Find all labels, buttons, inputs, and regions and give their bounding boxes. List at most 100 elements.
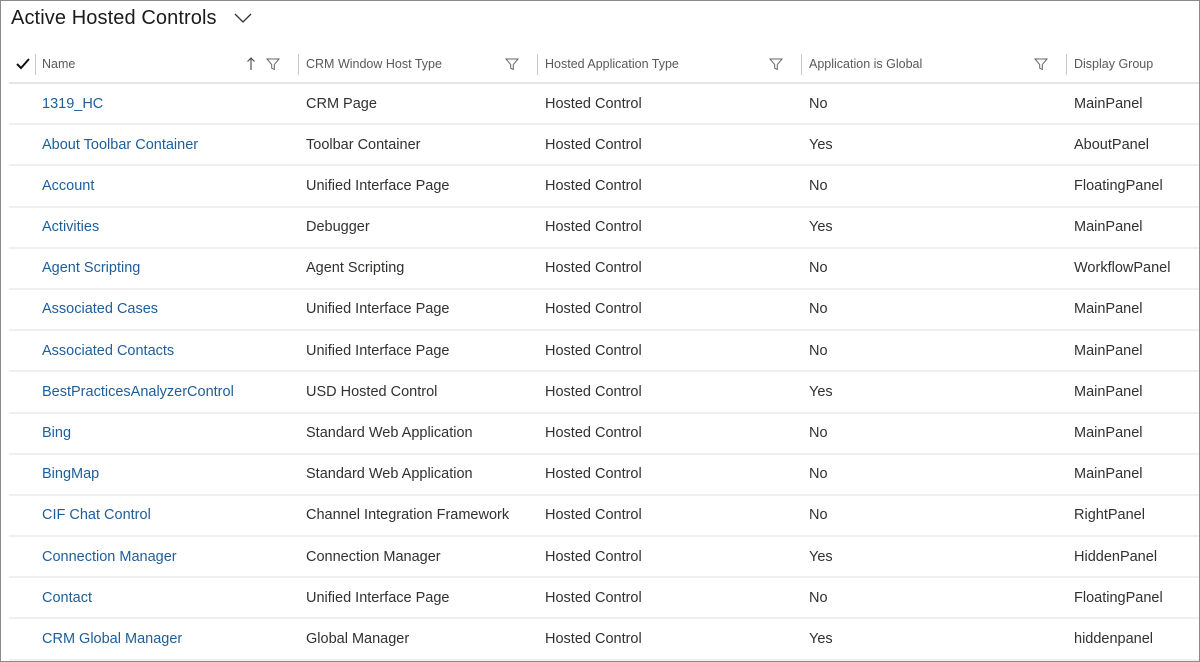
application-is-global-cell: No <box>809 425 828 441</box>
hosted-application-type-cell: Hosted Control <box>545 548 642 565</box>
name-link[interactable]: Associated Cases <box>42 290 158 329</box>
application-is-global-cell: No <box>809 507 828 524</box>
name-link[interactable]: Connection Manager <box>42 537 177 576</box>
hosted-application-type-cell: Hosted Control <box>545 383 642 400</box>
table-row[interactable]: BestPracticesAnalyzerControl USD Hosted … <box>9 372 1199 414</box>
table-row[interactable]: Activities Debugger Hosted Control Yes M… <box>9 208 1199 249</box>
crm-window-host-type-cell: Standard Web Application <box>306 466 473 483</box>
display-group-cell: WorkflowPanel <box>1074 260 1171 277</box>
crm-window-host-type-cell: USD Hosted Control <box>306 383 438 400</box>
display-group-cell: MainPanel <box>1074 383 1143 400</box>
filter-icon[interactable] <box>504 56 520 72</box>
arrow-up-icon[interactable] <box>243 56 259 72</box>
column-header-label: Application is Global <box>809 56 923 71</box>
table-row[interactable]: 1319_HC CRM Page Hosted Control No MainP… <box>9 84 1199 126</box>
hosted-application-type-cell: Hosted Control <box>545 136 642 153</box>
name-link[interactable]: BingMap <box>42 455 99 494</box>
name-link[interactable]: Bing <box>42 414 71 453</box>
view-selector[interactable]: Active Hosted Controls <box>11 3 253 33</box>
column-header-hosted-application-type[interactable]: Hosted Application Type <box>545 45 679 82</box>
column-divider[interactable] <box>298 54 299 75</box>
application-is-global-cell: Yes <box>809 548 833 565</box>
hosted-application-type-cell: Hosted Control <box>545 589 642 606</box>
name-link[interactable]: Account <box>42 166 94 205</box>
name-link[interactable]: About Toolbar Container <box>42 125 198 164</box>
application-is-global-cell: No <box>809 301 828 318</box>
crm-window-host-type-cell: Unified Interface Page <box>306 301 450 318</box>
name-link[interactable]: 1319_HC <box>42 84 103 123</box>
hosted-application-type-cell: Hosted Control <box>545 301 642 318</box>
display-group-cell: RightPanel <box>1074 507 1145 524</box>
filter-icon[interactable] <box>265 56 281 72</box>
column-header-label: Display Group <box>1074 56 1154 71</box>
crm-window-host-type-cell: Standard Web Application <box>306 425 473 441</box>
application-is-global-cell: No <box>809 260 828 277</box>
crm-window-host-type-cell: Toolbar Container <box>306 136 421 153</box>
table-row[interactable]: Associated Contacts Unified Interface Pa… <box>9 331 1199 373</box>
column-divider[interactable] <box>1066 54 1067 75</box>
crm-window-host-type-cell: Channel Integration Framework <box>306 507 510 524</box>
crm-window-host-type-cell: Global Manager <box>306 630 410 647</box>
table-row[interactable]: Connection Manager Connection Manager Ho… <box>9 537 1199 579</box>
column-divider[interactable] <box>801 54 802 75</box>
table-row[interactable]: CIF Chat Control Channel Integration Fra… <box>9 496 1199 538</box>
application-is-global-cell: Yes <box>809 383 833 400</box>
column-header-name[interactable]: Name <box>42 45 75 82</box>
name-link[interactable]: Associated Contacts <box>42 331 174 370</box>
hosted-application-type-cell: Hosted Control <box>545 95 642 112</box>
name-link[interactable]: CIF Chat Control <box>42 496 151 535</box>
filter-icon[interactable] <box>1033 56 1049 72</box>
view-title[interactable]: Active Hosted Controls <box>11 7 217 30</box>
display-group-cell: MainPanel <box>1074 301 1143 318</box>
name-link[interactable]: Activities <box>42 208 99 247</box>
display-group-cell: hiddenpanel <box>1074 630 1154 647</box>
table-row[interactable]: BingMap Standard Web Application Hosted … <box>9 455 1199 496</box>
name-link[interactable]: Contact <box>42 578 92 617</box>
name-link[interactable]: CRM Global Manager <box>42 619 182 658</box>
table-row[interactable]: Bing Standard Web Application Hosted Con… <box>9 414 1199 455</box>
hosted-application-type-cell: Hosted Control <box>545 507 642 524</box>
application-is-global-cell: Yes <box>809 136 833 153</box>
hosted-application-type-cell: Hosted Control <box>545 342 642 359</box>
display-group-cell: HiddenPanel <box>1074 548 1158 565</box>
column-header-label: Name <box>42 56 76 71</box>
table-row[interactable]: About Toolbar Container Toolbar Containe… <box>9 125 1199 167</box>
display-group-cell: MainPanel <box>1074 425 1143 441</box>
display-group-cell: MainPanel <box>1074 466 1143 483</box>
display-group-cell: FloatingPanel <box>1074 177 1163 194</box>
column-header-application-is-global[interactable]: Application is Global <box>809 45 922 82</box>
application-is-global-cell: Yes <box>809 219 833 236</box>
table-row[interactable]: CRM Global Manager Global Manager Hosted… <box>9 619 1199 661</box>
crm-window-host-type-cell: Debugger <box>306 219 370 236</box>
table-row[interactable]: Agent Scripting Agent Scripting Hosted C… <box>9 249 1199 290</box>
crm-window-host-type-cell: CRM Page <box>306 95 377 112</box>
column-divider[interactable] <box>537 54 538 75</box>
application-is-global-cell: Yes <box>809 630 833 647</box>
display-group-cell: MainPanel <box>1074 219 1143 236</box>
hosted-application-type-cell: Hosted Control <box>545 425 642 441</box>
data-grid: Name CRM Window Host Type Hosted Applica… <box>9 45 1199 661</box>
column-header-label: Hosted Application Type <box>545 56 679 71</box>
hosted-controls-view: Active Hosted Controls Name CRM Window H… <box>0 0 1200 662</box>
column-header-label: CRM Window Host Type <box>306 56 442 71</box>
checkmark-icon[interactable] <box>15 56 31 72</box>
column-header-crm-window-host-type[interactable]: CRM Window Host Type <box>306 45 442 82</box>
crm-window-host-type-cell: Connection Manager <box>306 548 441 565</box>
filter-icon[interactable] <box>768 56 784 72</box>
table-row[interactable]: Contact Unified Interface Page Hosted Co… <box>9 578 1199 620</box>
crm-window-host-type-cell: Unified Interface Page <box>306 589 450 606</box>
hosted-application-type-cell: Hosted Control <box>545 219 642 236</box>
crm-window-host-type-cell: Unified Interface Page <box>306 342 450 359</box>
hosted-application-type-cell: Hosted Control <box>545 466 642 483</box>
grid-body: 1319_HC CRM Page Hosted Control No MainP… <box>9 84 1199 661</box>
name-link[interactable]: BestPracticesAnalyzerControl <box>42 372 234 411</box>
column-header-display-group[interactable]: Display Group <box>1074 45 1153 82</box>
table-row[interactable]: Associated Cases Unified Interface Page … <box>9 290 1199 332</box>
crm-window-host-type-cell: Unified Interface Page <box>306 177 450 194</box>
column-divider[interactable] <box>35 54 36 75</box>
chevron-down-icon[interactable] <box>233 8 253 28</box>
table-row[interactable]: Account Unified Interface Page Hosted Co… <box>9 166 1199 208</box>
crm-window-host-type-cell: Agent Scripting <box>306 260 405 277</box>
name-link[interactable]: Agent Scripting <box>42 249 140 288</box>
grid-header: Name CRM Window Host Type Hosted Applica… <box>9 45 1199 84</box>
